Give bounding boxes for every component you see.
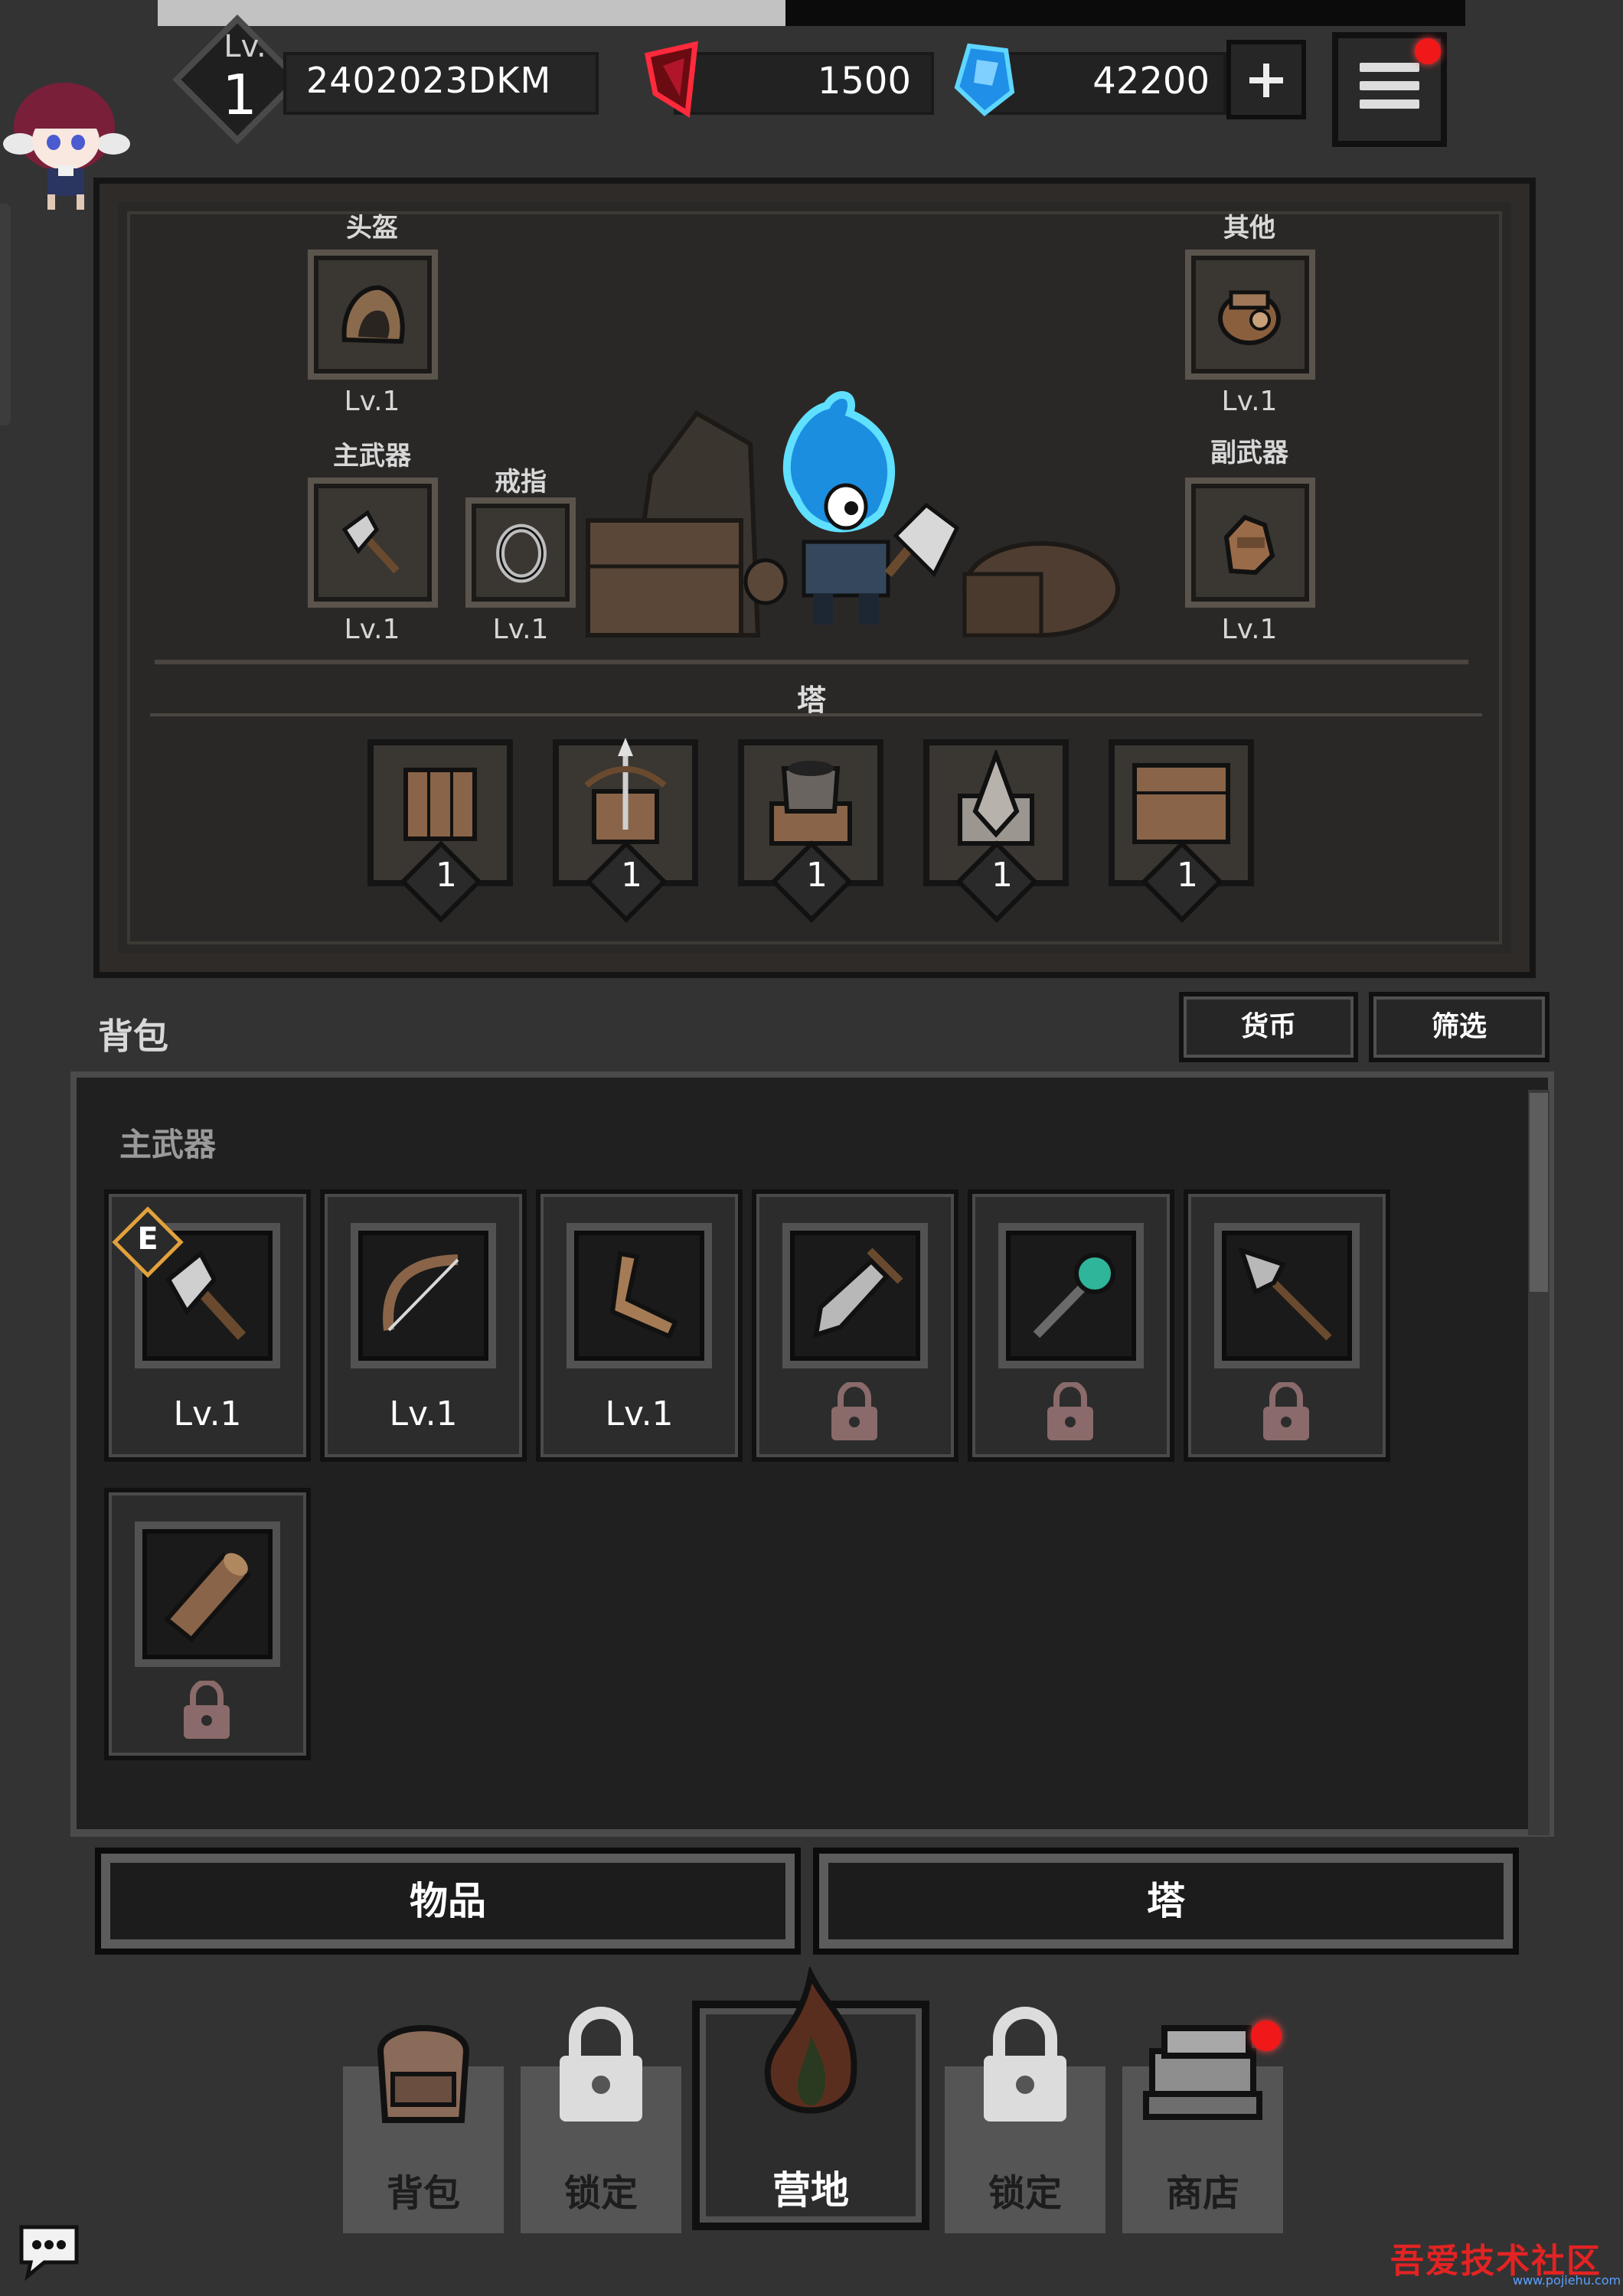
nav-backpack[interactable]: 背包 <box>343 2025 504 2233</box>
tower-level: 1 <box>1177 856 1198 895</box>
cannon-tower-icon <box>769 761 852 846</box>
tower-level: 1 <box>436 856 457 895</box>
blue-gem-icon <box>954 43 1015 116</box>
hero-scene <box>586 391 1120 638</box>
side-drawer-tab[interactable] <box>0 204 11 426</box>
top-progress-fill <box>158 0 785 26</box>
nav-locked-2[interactable]: 锁定 <box>945 2007 1105 2233</box>
blue-gem-count: 42200 <box>1092 60 1210 103</box>
other-slot-level: Lv.1 <box>1221 386 1278 417</box>
backpack-item-boomerang[interactable]: Lv.1 <box>536 1189 743 1462</box>
lock-icon <box>560 2007 642 2122</box>
item-level: Lv.1 <box>605 1394 674 1433</box>
shop-notification-dot <box>1251 2020 1282 2051</box>
equipped-badge-label: E <box>137 1221 158 1257</box>
nav-locked-1[interactable]: 锁定 <box>521 2007 681 2233</box>
hood-icon <box>341 285 405 344</box>
nav-camp[interactable]: 营地 <box>692 1967 929 2230</box>
tower-level: 1 <box>991 856 1013 895</box>
staff-icon <box>1033 1253 1115 1339</box>
backpack-item-staff[interactable] <box>968 1189 1174 1462</box>
axe-icon <box>341 510 400 574</box>
pouch-icon <box>1218 290 1281 345</box>
tower-level: 1 <box>806 856 828 895</box>
menu-notification-dot <box>1415 38 1441 64</box>
lock-icon <box>831 1382 877 1440</box>
backpack-icon <box>377 2025 470 2123</box>
filter-button[interactable]: 筛选 <box>1369 992 1550 1062</box>
ring-slot[interactable] <box>465 497 576 608</box>
helmet-slot-level: Lv.1 <box>344 386 400 417</box>
level-label: Lv. <box>224 29 266 64</box>
sword-icon <box>813 1247 903 1339</box>
sub-weapon-slot-label: 副武器 <box>1210 438 1288 468</box>
chat-icon[interactable] <box>14 2219 84 2281</box>
level-value: 1 <box>222 63 257 127</box>
backpack-item-log[interactable] <box>104 1488 311 1760</box>
add-currency-button[interactable] <box>1226 40 1306 119</box>
main-weapon-slot-label: 主武器 <box>333 441 411 471</box>
log-icon <box>163 1551 252 1643</box>
tower-slot-1[interactable]: 1 <box>367 739 513 923</box>
item-level: Lv.1 <box>389 1394 458 1433</box>
backpack-item-bow[interactable]: Lv.1 <box>320 1189 527 1462</box>
helmet-slot[interactable] <box>308 249 438 380</box>
red-gem-count: 1500 <box>817 60 911 103</box>
tower-slot-3[interactable]: 1 <box>738 739 883 923</box>
panel-divider <box>155 660 1468 664</box>
tower-level: 1 <box>621 856 642 895</box>
currency-button[interactable]: 货币 <box>1179 992 1358 1062</box>
main-weapon-slot[interactable] <box>308 478 438 608</box>
axe-icon <box>165 1250 247 1340</box>
sub-weapon-slot-level: Lv.1 <box>1221 614 1278 645</box>
backpack-title: 背包 <box>98 1016 168 1057</box>
lock-icon <box>184 1681 230 1739</box>
spear-icon <box>1238 1247 1332 1341</box>
tab-tower[interactable]: 塔 <box>813 1848 1519 1955</box>
backpack-section-title: 主武器 <box>119 1126 217 1163</box>
backpack-item-sword[interactable] <box>752 1189 958 1462</box>
crossbow-tower-icon <box>584 738 667 844</box>
ring-slot-label: 戒指 <box>495 467 547 497</box>
campfire-icon <box>764 1967 857 2114</box>
backpack-item-spear[interactable] <box>1184 1189 1390 1462</box>
nav-label: 锁定 <box>988 2172 1062 2215</box>
other-slot-label: 其他 <box>1223 213 1275 243</box>
tower-slot-4[interactable]: 1 <box>923 739 1069 923</box>
nav-label: 背包 <box>386 2172 460 2215</box>
spike-tower-icon <box>958 750 1034 846</box>
red-gem-icon <box>644 41 699 118</box>
lock-icon <box>1263 1382 1309 1440</box>
tower-section-title: 塔 <box>796 683 826 717</box>
tower-slot-2[interactable]: 1 <box>553 738 698 923</box>
ring-icon <box>496 523 547 583</box>
lock-icon <box>984 2007 1066 2122</box>
shop-icon <box>1143 2025 1262 2120</box>
item-level: Lv.1 <box>173 1394 242 1433</box>
helmet-slot-label: 头盔 <box>346 213 398 243</box>
sub-weapon-slot[interactable] <box>1185 478 1315 608</box>
wall-tower-icon <box>403 768 477 841</box>
watermark-url: www.pojiehu.com <box>1513 2273 1621 2288</box>
lock-icon <box>1047 1382 1093 1440</box>
ring-slot-level: Lv.1 <box>492 614 549 645</box>
other-slot[interactable] <box>1185 249 1315 380</box>
top-progress-bar <box>158 0 1465 26</box>
backpack-item-axe[interactable]: E Lv.1 <box>104 1189 311 1462</box>
nav-shop[interactable]: 商店 <box>1122 2025 1283 2233</box>
glove-icon <box>1223 514 1275 576</box>
backpack-scroll-thumb[interactable] <box>1530 1093 1548 1292</box>
nav-label: 商店 <box>1165 2172 1239 2215</box>
boomerang-icon <box>609 1251 678 1339</box>
tower-slot-5[interactable]: 1 <box>1109 739 1254 923</box>
player-id: 2402023DKM <box>306 60 552 101</box>
nav-label: 锁定 <box>563 2172 638 2215</box>
nav-label: 营地 <box>772 2168 849 2213</box>
tab-items[interactable]: 物品 <box>95 1848 801 1955</box>
bow-icon <box>383 1254 459 1332</box>
plank-tower-icon <box>1132 763 1230 844</box>
main-weapon-slot-level: Lv.1 <box>344 614 400 645</box>
